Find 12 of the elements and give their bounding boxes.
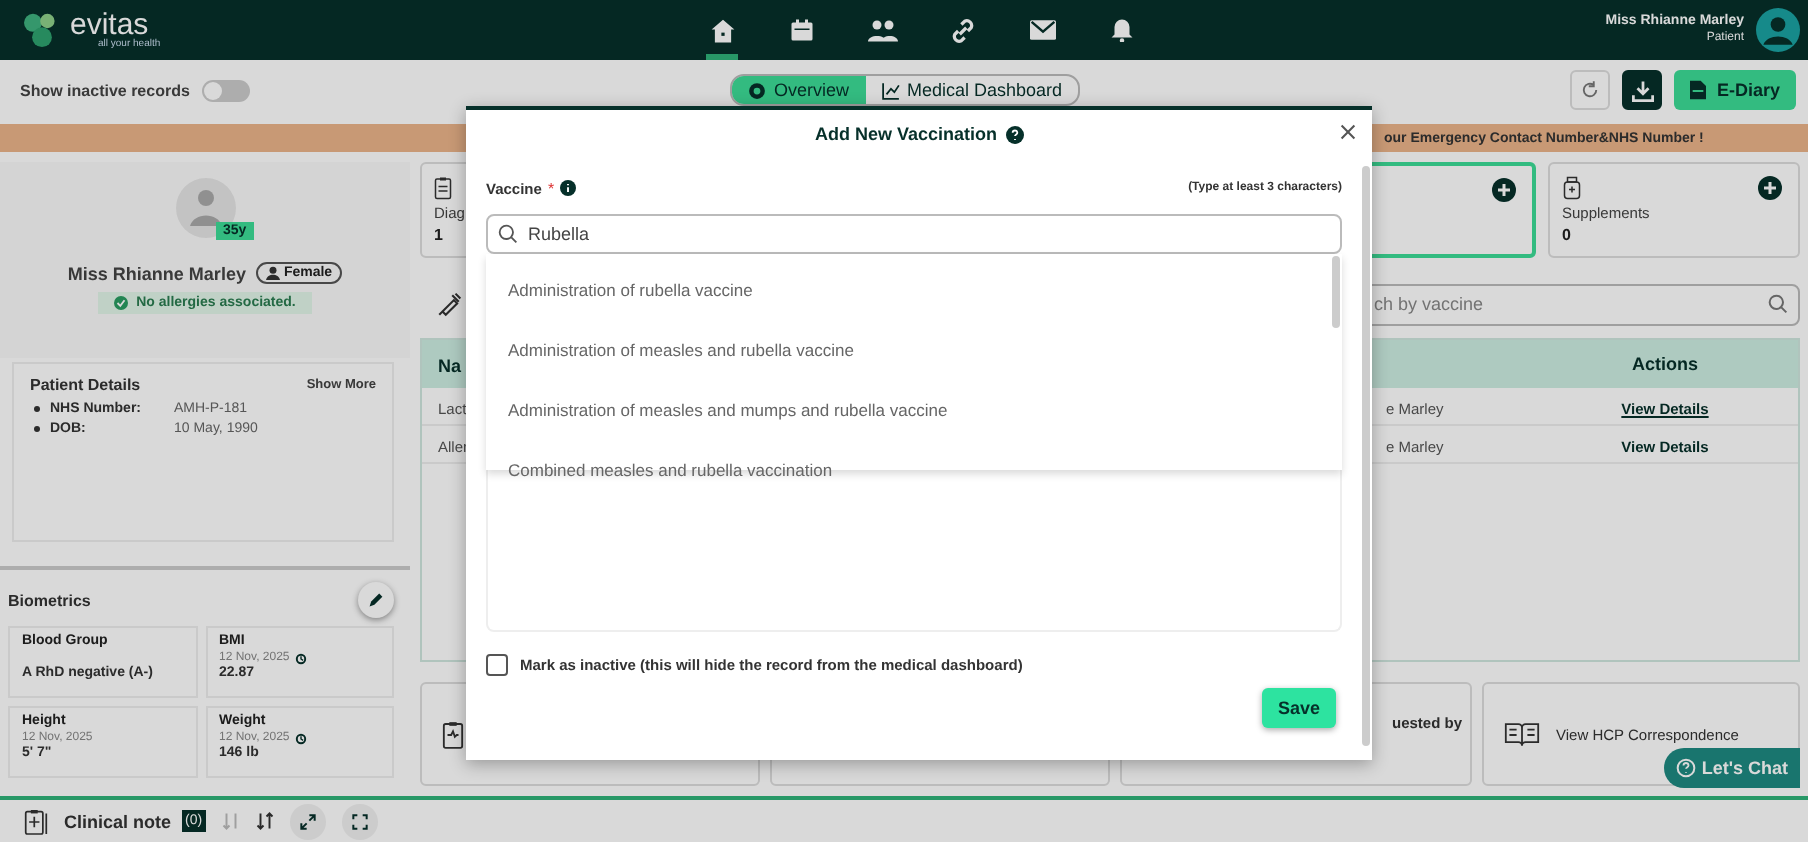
- patient-name: Miss Rhianne Marley: [67, 263, 246, 283]
- section-title: Biometrics: [8, 591, 91, 609]
- column-header: Na: [438, 356, 462, 376]
- card-count: 1: [434, 226, 445, 244]
- column-header: Actions: [1629, 354, 1700, 374]
- toggle-label: Show inactive records: [20, 81, 190, 99]
- clinical-note-label: Clinical note: [64, 811, 172, 831]
- logo-wordmark: evitas: [70, 10, 149, 40]
- required-mark: *: [547, 179, 555, 197]
- card-count: 0: [1562, 226, 1573, 244]
- dialog-title: Add New Vaccination: [814, 124, 998, 144]
- card-title: Patient Details: [30, 376, 141, 394]
